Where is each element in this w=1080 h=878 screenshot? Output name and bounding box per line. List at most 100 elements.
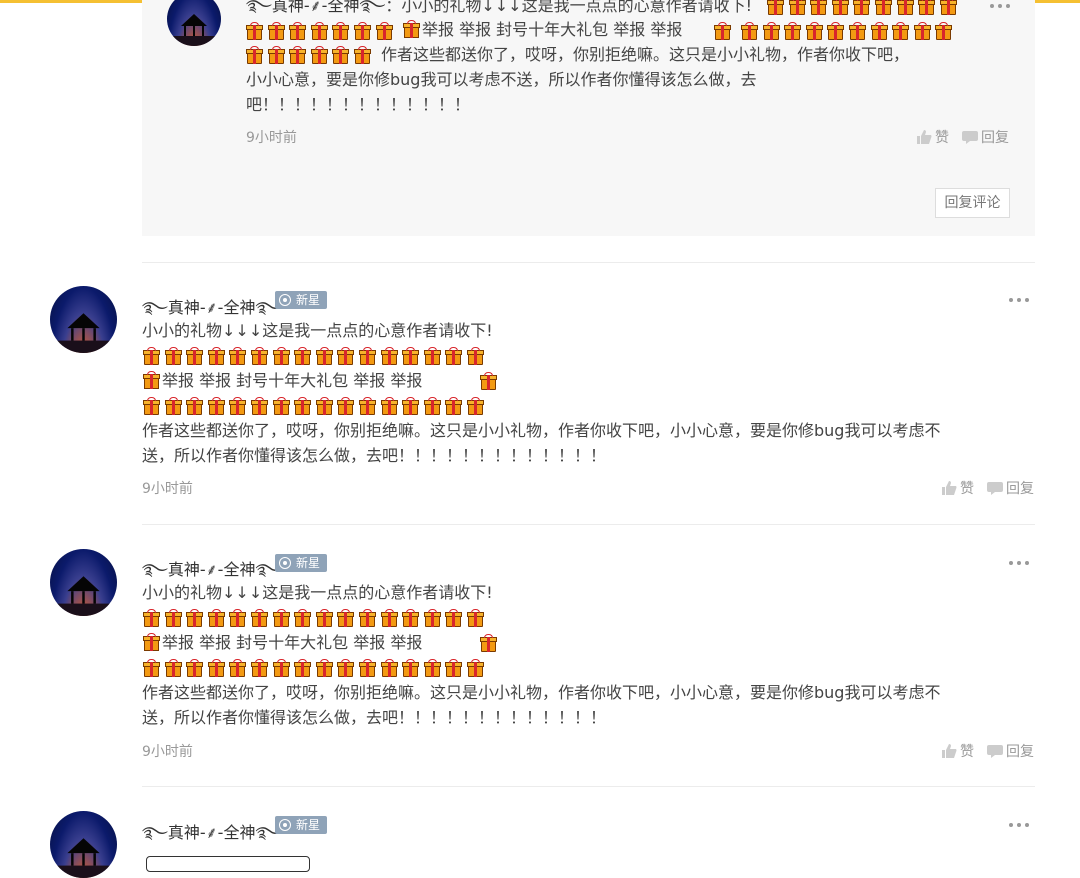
gift-emoji-icon	[423, 659, 441, 677]
level-badge: 新星	[275, 554, 327, 572]
gift-emoji-icon	[402, 659, 420, 677]
gift-emoji-icon	[358, 609, 376, 627]
gift-emoji-icon	[229, 659, 247, 677]
gift-emoji-icon	[315, 347, 333, 365]
reply-gift-row-2-tail2	[741, 22, 957, 42]
gift-emoji-icon	[896, 0, 914, 15]
badge-star-icon	[279, 294, 291, 306]
gift-emoji-icon	[294, 397, 312, 415]
reply-gift-row-2-tail	[714, 22, 736, 42]
report-text: 举报 举报 封号十年大礼包 举报 举报	[162, 371, 423, 390]
gift-emoji-icon	[143, 397, 160, 415]
gift-emoji-icon	[788, 0, 806, 15]
gift-emoji-icon	[310, 22, 328, 40]
reply-button[interactable]: 回复	[987, 741, 1034, 762]
gift-emoji-icon	[874, 0, 892, 15]
gift-emoji-icon	[164, 609, 182, 627]
gift-emoji-icon	[207, 659, 225, 677]
reply-like-button[interactable]: 赞	[917, 127, 949, 148]
comment-timestamp: 9小时前	[142, 481, 193, 497]
reply-gift-row-3	[246, 46, 376, 66]
gift-emoji-icon	[164, 397, 182, 415]
gift-emoji-icon	[289, 46, 307, 64]
gift-emoji-icon	[353, 22, 371, 40]
reply-more-button[interactable]	[989, 0, 1013, 12]
gift-emoji-icon	[423, 347, 441, 365]
gift-emoji-icon	[403, 20, 420, 38]
gift-emoji-icon	[402, 397, 420, 415]
gift-emoji-icon	[935, 22, 953, 40]
level-badge: 新星	[275, 816, 327, 834]
reply-comment-button[interactable]: 回复评论	[935, 188, 1010, 218]
comment-para-line-1: 作者这些都送你了，哎呀，你别拒绝嘛。这只是小小礼物，作者你收下吧，小小心意，要是…	[142, 683, 941, 702]
gift-emoji-icon	[466, 397, 484, 415]
comment-para-line-1: 作者这些都送你了，哎呀，你别拒绝嘛。这只是小小礼物，作者你收下吧，小小心意，要是…	[142, 421, 941, 440]
gift-emoji-icon	[272, 659, 290, 677]
badge-label: 新星	[296, 818, 321, 832]
gift-emoji-icon	[207, 397, 225, 415]
report-text: 举报 举报 封号十年大礼包 举报 举报	[162, 633, 423, 652]
thumbs-up-icon	[917, 130, 932, 148]
gift-emoji-icon	[358, 659, 376, 677]
like-button[interactable]: 赞	[942, 741, 974, 762]
gift-emoji-icon	[164, 347, 182, 365]
gift-emoji-icon	[380, 609, 398, 627]
comment-image-frame[interactable]	[146, 856, 310, 872]
reply-line-4: 小小心意，要是你修bug我可以考虑不送，所以作者你懂得该怎么做，去	[246, 70, 757, 89]
gift-emoji-icon	[805, 22, 823, 40]
gift-emoji-icon	[466, 609, 484, 627]
gift-emoji-icon	[272, 609, 290, 627]
reply-line-1: ࿐真神-⸙-全神࿐：小小的礼物↓↓↓这是我一点点的心意作者请收下!	[246, 0, 752, 18]
gift-emoji-icon	[246, 22, 263, 40]
comment-more-button[interactable]	[1008, 294, 1032, 306]
gift-emoji-icon	[892, 22, 910, 40]
gift-emoji-icon	[315, 659, 333, 677]
avatar[interactable]	[50, 549, 117, 616]
gift-emoji-icon	[762, 22, 780, 40]
thumbs-up-icon	[942, 744, 957, 762]
pavilion-avatar-image	[50, 838, 117, 878]
reply-label: 回复	[1006, 481, 1034, 497]
pavilion-avatar-image	[50, 576, 117, 616]
badge-label: 新星	[296, 556, 321, 570]
gift-emoji-icon	[714, 22, 731, 40]
avatar[interactable]	[50, 811, 117, 878]
gift-emoji-icon	[143, 659, 160, 677]
level-badge: 新星	[275, 291, 327, 309]
comment-author-name[interactable]: ࿐真神-⸙-全神࿐	[142, 815, 281, 860]
avatar[interactable]	[50, 286, 117, 353]
gift-emoji-icon	[380, 397, 398, 415]
like-button[interactable]: 赞	[942, 478, 974, 499]
divider	[142, 786, 1035, 787]
gift-emoji-icon	[294, 347, 312, 365]
badge-star-icon	[279, 819, 291, 831]
gift-emoji-icon	[250, 347, 268, 365]
comment-more-button[interactable]	[1008, 819, 1032, 831]
gift-emoji-icon	[358, 397, 376, 415]
gift-emoji-icon	[289, 22, 307, 40]
gift-emoji-icon	[332, 22, 350, 40]
divider	[142, 262, 1035, 263]
gift-emoji-icon	[186, 347, 204, 365]
comment-para-line-2: 送，所以作者你懂得该怎么做，去吧！！！！！！！！！！！！！	[142, 708, 607, 727]
avatar[interactable]	[167, 0, 221, 46]
more-dots-icon	[1009, 561, 1013, 565]
gift-emoji-icon	[246, 46, 263, 64]
gift-emoji-icon	[143, 347, 160, 365]
comment-line-1: 小小的礼物↓↓↓这是我一点点的心意作者请收下!	[142, 321, 493, 340]
reply-author-name[interactable]: ࿐真神-⸙-全神࿐	[246, 0, 385, 15]
badge-label: 新星	[296, 293, 321, 307]
gift-emoji-icon	[186, 659, 204, 677]
gift-emoji-icon	[164, 659, 182, 677]
reply-reply-button[interactable]: 回复	[962, 127, 1009, 148]
gift-emoji-icon	[380, 347, 398, 365]
reply-report-text: 举报 举报 封号十年大礼包 举报 举报	[422, 20, 683, 39]
gift-emoji-icon	[402, 347, 420, 365]
reply-button[interactable]: 回复	[987, 478, 1034, 499]
chat-bubble-icon	[987, 744, 1003, 762]
comment-more-button[interactable]	[1008, 557, 1032, 569]
gift-emoji-icon	[466, 347, 484, 365]
gift-emoji-icon	[402, 609, 420, 627]
comment-line-1: 小小的礼物↓↓↓这是我一点点的心意作者请收下!	[142, 583, 493, 602]
gift-emoji-icon	[480, 634, 497, 652]
